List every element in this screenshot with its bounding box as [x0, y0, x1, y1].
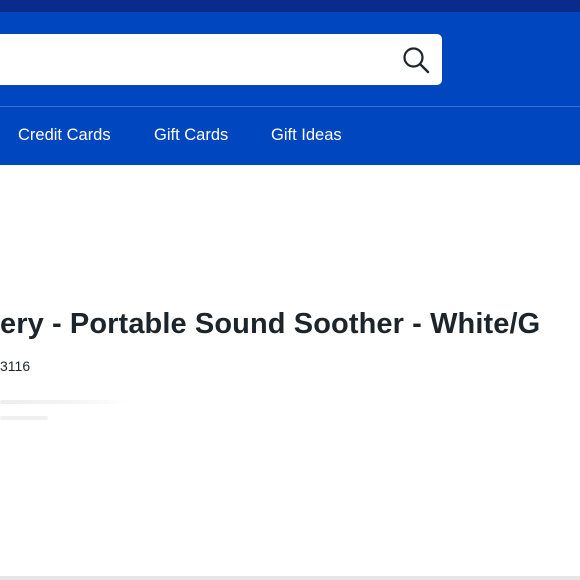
search-icon [403, 47, 430, 74]
nav-item-gift-ideas[interactable]: Gift Ideas [271, 107, 342, 165]
nav-item-credit-cards[interactable]: Credit Cards [18, 107, 111, 165]
search-box [0, 34, 442, 85]
search-input[interactable] [0, 34, 390, 85]
product-title: ery - Portable Sound Soother - White/G [0, 308, 541, 340]
nav-item-gift-cards[interactable]: Gift Cards [154, 107, 228, 165]
top-strip [0, 0, 580, 12]
reviews-placeholder [0, 416, 48, 420]
bottom-border [0, 576, 580, 580]
site-header [0, 12, 580, 107]
search-button[interactable] [396, 42, 436, 78]
rating-placeholder [0, 400, 130, 404]
product-sku: 3116 [0, 358, 31, 374]
main-nav: Credit Cards Gift Cards Gift Ideas [0, 107, 580, 165]
page: Credit Cards Gift Cards Gift Ideas ery -… [0, 0, 580, 580]
